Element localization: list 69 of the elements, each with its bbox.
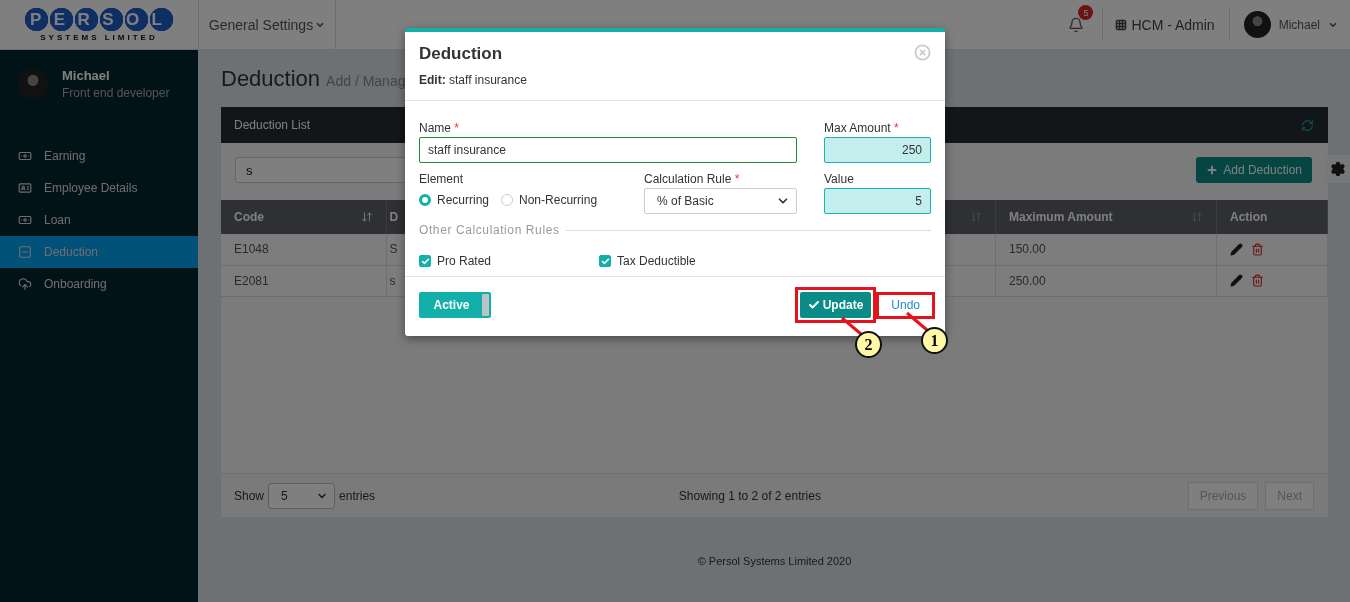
column-header[interactable]: Maximum Amount — [995, 200, 1217, 234]
radio-option[interactable]: Non-Recurring — [501, 193, 598, 207]
menu-icon — [18, 245, 32, 259]
avatar — [18, 69, 48, 99]
sidebar-item[interactable]: Employee Details — [0, 172, 198, 204]
page-size-select[interactable]: 5 — [268, 482, 336, 509]
field-label: Value — [824, 172, 855, 186]
max-amount-field[interactable]: 250 — [824, 137, 931, 163]
card-title: Deduction List — [234, 118, 311, 132]
entries-label: entries — [339, 488, 376, 503]
required-marker: * — [453, 121, 460, 135]
modal-title: Deduction — [419, 44, 504, 64]
active-toggle[interactable]: Active — [419, 292, 491, 318]
checkbox[interactable] — [419, 255, 431, 267]
profile-role: Front end developer — [62, 86, 170, 100]
edit-icon[interactable] — [1230, 274, 1243, 287]
checkbox-option[interactable]: Pro Rated — [419, 254, 599, 268]
column-header[interactable]: Action — [1216, 200, 1328, 234]
user-menu[interactable]: Michael — [1229, 0, 1350, 49]
menu-icon — [18, 149, 32, 163]
add-deduction-button[interactable]: Add Deduction — [1196, 157, 1312, 183]
sidebar-item[interactable]: Onboarding — [0, 268, 198, 300]
bell-icon[interactable] — [1068, 16, 1085, 33]
table-cell: 150.00 — [995, 234, 1217, 265]
menu-icon — [18, 213, 32, 227]
delete-icon[interactable] — [1251, 242, 1264, 256]
notification-count: 5 — [1078, 5, 1094, 20]
name-field[interactable]: staff insurance — [419, 137, 797, 163]
copyright: © Persol Systems Limited 2020 — [696, 555, 853, 567]
avatar — [1243, 11, 1271, 38]
field-label: Element — [419, 172, 465, 186]
app-switcher[interactable]: HCM - Admin — [1103, 8, 1230, 41]
update-button[interactable]: Update — [799, 292, 872, 318]
edit-subtitle: Edit: staff insurance — [419, 73, 527, 87]
sort-icon[interactable] — [360, 211, 373, 223]
radio-icon[interactable] — [419, 194, 431, 206]
plus-icon — [1206, 164, 1219, 176]
edit-icon[interactable] — [1230, 242, 1243, 256]
column-header[interactable]: Code — [221, 200, 386, 234]
checkbox[interactable] — [599, 255, 611, 267]
entries-info: Showing 1 to 2 of 2 entries — [677, 488, 822, 503]
field-label: Name * — [419, 121, 461, 135]
calculation-rule-select[interactable]: % of Basic — [644, 188, 797, 214]
settings-menu[interactable]: General Settings — [198, 0, 336, 49]
profile-name: Michael — [62, 68, 111, 83]
sidebar-item[interactable]: Earning — [0, 140, 198, 172]
field-label: Max Amount * — [824, 121, 900, 135]
sidebar-item[interactable]: Loan — [0, 204, 198, 236]
table-cell: E2081 — [221, 265, 386, 296]
menu-icon — [18, 181, 32, 195]
grid-icon — [1115, 18, 1128, 31]
field-label: Calculation Rule * — [644, 172, 741, 186]
checkbox-option[interactable]: Tax Deductible — [599, 254, 779, 268]
show-label: Show — [234, 488, 265, 503]
delete-icon[interactable] — [1251, 274, 1264, 287]
settings-icon — [1330, 161, 1346, 177]
close-icon[interactable] — [914, 44, 931, 61]
table-cell: 250.00 — [995, 265, 1217, 296]
table-cell: E1048 — [221, 234, 386, 265]
required-marker: * — [893, 121, 899, 135]
value-field[interactable]: 5 — [824, 188, 931, 214]
required-marker: * — [733, 172, 740, 186]
menu-icon — [18, 277, 32, 291]
section-label: Other Calculation Rules — [419, 223, 560, 237]
radio-option[interactable]: Recurring — [419, 193, 490, 207]
page-title: Deduction — [221, 66, 321, 92]
check-icon — [807, 299, 820, 311]
refresh-icon[interactable] — [1301, 118, 1314, 132]
radio-icon[interactable] — [501, 194, 514, 206]
